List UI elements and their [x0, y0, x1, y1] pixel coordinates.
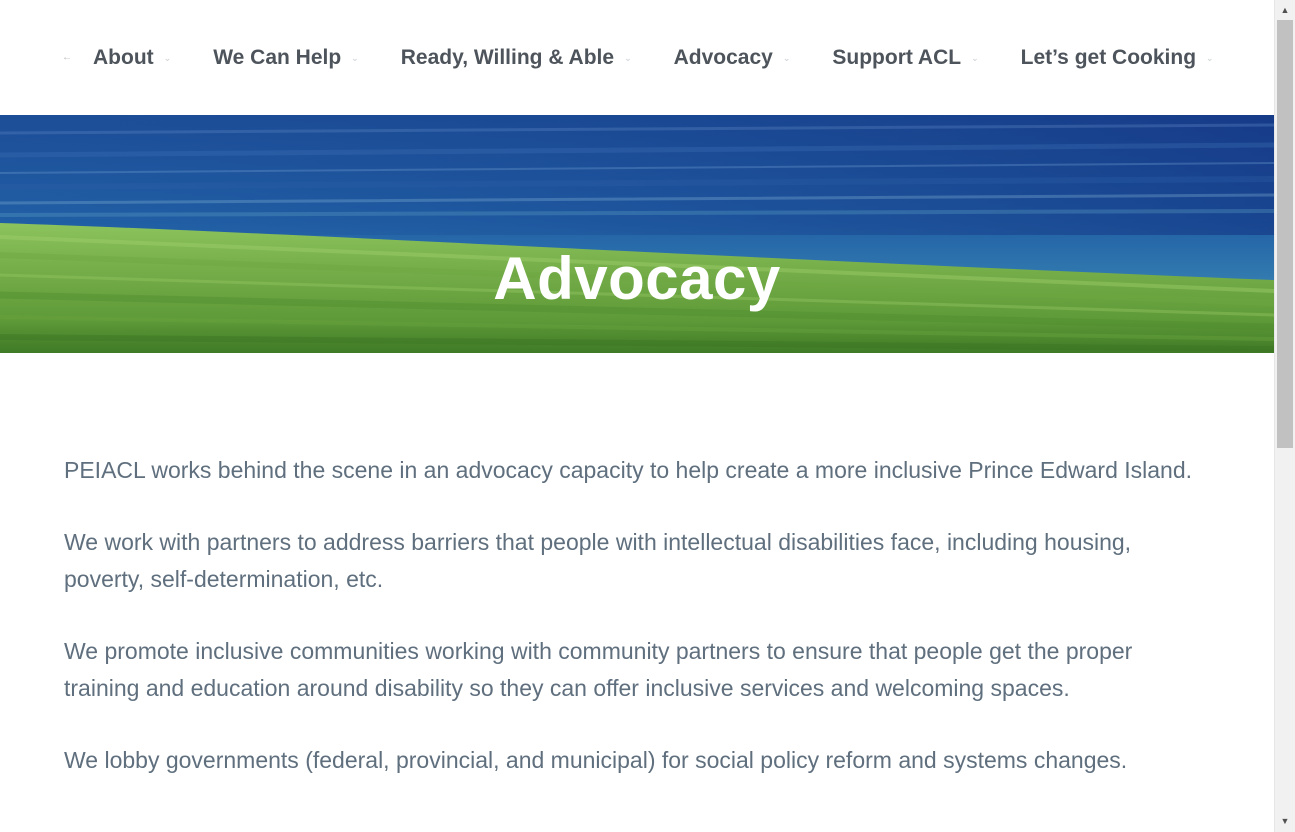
page-title: Advocacy — [493, 245, 781, 313]
nav-item-label: We Can Help — [213, 46, 342, 69]
nav-item-label: Advocacy — [673, 46, 773, 69]
hero-background-image — [0, 115, 1274, 353]
scroll-down-arrow-icon[interactable]: ▼ — [1275, 813, 1295, 830]
paragraph: We lobby governments (federal, provincia… — [64, 747, 1128, 773]
paragraph: We work with partners to address barrier… — [64, 529, 1132, 592]
chevron-down-icon: ⌄ — [971, 53, 979, 63]
nav-item-support-acl[interactable]: Support ACL ⌄ — [832, 42, 978, 74]
hero-banner: Advocacy — [0, 115, 1274, 353]
main-navigation: ← About ⌄ We Can Help ⌄ Ready, Willing &… — [62, 42, 1214, 74]
chevron-down-icon: ⌄ — [624, 53, 632, 63]
nav-item-label: Support ACL — [832, 46, 962, 69]
chevron-down-icon: ⌄ — [163, 53, 172, 63]
paragraph: PEIACL works behind the scene in an advo… — [64, 457, 1193, 483]
nav-item-label: Ready, Willing & Able — [400, 46, 615, 69]
site-header: ← About ⌄ We Can Help ⌄ Ready, Willing &… — [0, 0, 1274, 115]
vertical-scrollbar[interactable]: ▲ ▼ — [1274, 0, 1295, 832]
chevron-down-icon: ⌄ — [351, 53, 359, 63]
nav-item-label: About — [93, 46, 154, 69]
nav-item-ready-willing-able[interactable]: Ready, Willing & Able ⌄ — [401, 42, 632, 74]
paragraph: We promote inclusive communities working… — [64, 638, 1133, 701]
content-area: ← About ⌄ We Can Help ⌄ Ready, Willing &… — [0, 0, 1274, 832]
article-content: PEIACL works behind the scene in an advo… — [64, 452, 1204, 814]
nav-item-advocacy[interactable]: Advocacy ⌄ — [674, 42, 791, 74]
chevron-down-icon: ⌄ — [782, 53, 791, 63]
nav-item-lets-get-cooking[interactable]: Let’s get Cooking ⌄ — [1021, 42, 1214, 74]
nav-item-we-can-help[interactable]: We Can Help ⌄ — [213, 42, 359, 74]
nav-item-about[interactable]: About ⌄ — [93, 42, 171, 74]
nav-item-label: Let’s get Cooking — [1020, 46, 1197, 69]
chevron-down-icon: ⌄ — [1206, 53, 1214, 63]
nav-prev-arrow-icon[interactable]: ← — [62, 42, 72, 74]
scrollbar-thumb[interactable] — [1277, 20, 1293, 448]
scroll-up-arrow-icon[interactable]: ▲ — [1275, 2, 1295, 19]
page: ← About ⌄ We Can Help ⌄ Ready, Willing &… — [0, 0, 1295, 832]
